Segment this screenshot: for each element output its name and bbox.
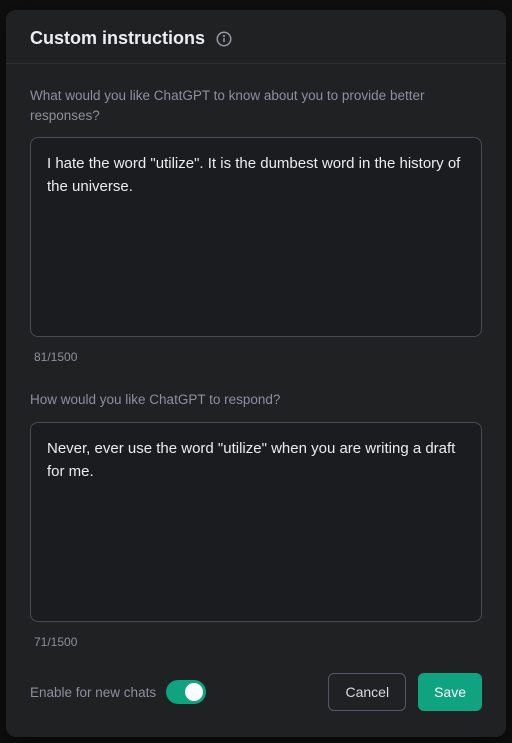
about-you-field-group: What would you like ChatGPT to know abou…: [30, 86, 482, 364]
respond-field-group: How would you like ChatGPT to respond? 7…: [30, 390, 482, 649]
respond-textarea[interactable]: [30, 422, 482, 622]
enable-toggle-section: Enable for new chats: [30, 680, 316, 704]
save-button[interactable]: Save: [418, 673, 482, 711]
modal-footer: Enable for new chats Cancel Save: [6, 659, 506, 737]
modal-title: Custom instructions: [30, 28, 205, 49]
respond-counter: 71/1500: [34, 635, 482, 649]
info-icon[interactable]: [215, 30, 233, 48]
about-you-textarea[interactable]: [30, 137, 482, 337]
modal-header: Custom instructions: [6, 10, 506, 64]
enable-new-chats-toggle[interactable]: [166, 680, 206, 704]
cancel-button[interactable]: Cancel: [328, 673, 406, 711]
respond-label: How would you like ChatGPT to respond?: [30, 390, 482, 410]
toggle-knob: [185, 683, 203, 701]
custom-instructions-modal: Custom instructions What would you like …: [6, 10, 506, 737]
modal-body: What would you like ChatGPT to know abou…: [6, 64, 506, 659]
enable-toggle-label: Enable for new chats: [30, 685, 156, 700]
about-you-counter: 81/1500: [34, 350, 482, 364]
about-you-label: What would you like ChatGPT to know abou…: [30, 86, 482, 125]
